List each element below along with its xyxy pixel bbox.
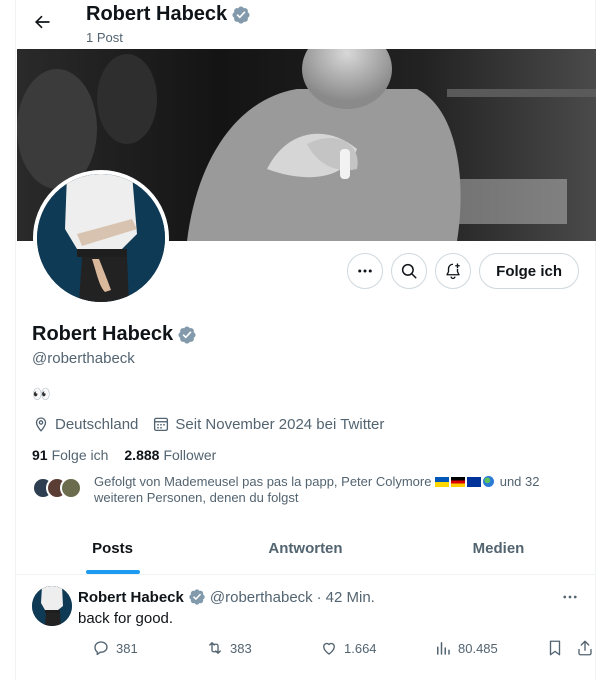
repost-count: 383 (230, 640, 252, 656)
profile-name: Robert Habeck (32, 323, 174, 345)
back-arrow-icon (32, 12, 52, 32)
profile-meta: Deutschland Seit November 2024 bei Twitt… (32, 415, 384, 433)
flag-ukraine-icon (435, 477, 450, 487)
notifications-button[interactable] (435, 253, 472, 289)
tab-media[interactable]: Medien (402, 522, 595, 574)
reply-count: 381 (116, 640, 138, 656)
location-item: Deutschland (32, 415, 138, 433)
profile-actions: Folge ich (347, 253, 579, 289)
verified-badge-icon (188, 588, 206, 606)
profile-bio: 👀 (32, 386, 51, 403)
views-count: 80.485 (458, 640, 498, 656)
tweet[interactable]: Robert Habeck @roberthabeck · 42 Min. ba… (16, 576, 595, 680)
profile-tabs: Posts Antworten Medien (16, 522, 595, 575)
following-label: Folge ich (51, 447, 109, 463)
views-icon (434, 639, 452, 657)
notification-bell-icon (444, 262, 462, 280)
tweet-actions: 381 383 1.664 80.485 (76, 639, 592, 661)
reply-button[interactable]: 381 (92, 639, 138, 657)
followers-link[interactable]: 2.888 Follower (124, 447, 216, 463)
tab-posts[interactable]: Posts (16, 522, 209, 574)
verified-badge-icon (231, 5, 251, 25)
views-button[interactable]: 80.485 (434, 639, 498, 657)
followers-label: Follower (163, 447, 217, 463)
globe-icon (483, 476, 495, 487)
calendar-icon (152, 415, 170, 433)
tweet-author-handle[interactable]: @roberthabeck (210, 589, 313, 606)
profile-column: Robert Habeck 1 Post Folge ich Robert Ha… (15, 0, 596, 680)
profile-name-group: Robert Habeck (32, 323, 197, 346)
tab-replies[interactable]: Antworten (209, 522, 402, 574)
following-button[interactable]: Folge ich (479, 253, 579, 289)
followed-by-prefix: Gefolgt von Mademeusel pas pas la papp, … (94, 474, 432, 489)
flag-germany-icon (451, 477, 466, 487)
repost-icon (206, 639, 224, 657)
following-count: 91 (32, 447, 48, 463)
profile-avatar[interactable] (33, 170, 169, 306)
profile-stats: 91 Folge ich 2.888 Follower (32, 447, 216, 463)
location-pin-icon (32, 415, 50, 433)
share-icon (576, 639, 594, 657)
bookmark-button[interactable] (546, 639, 564, 657)
following-link[interactable]: 91 Folge ich (32, 447, 108, 463)
more-icon (561, 588, 579, 606)
like-icon (320, 639, 338, 657)
back-button[interactable] (26, 6, 58, 38)
search-icon (400, 262, 418, 280)
bookmark-icon (546, 639, 564, 657)
header-title: Robert Habeck (86, 3, 228, 25)
followed-by-link[interactable]: Gefolgt von Mademeusel pas pas la papp, … (32, 474, 572, 506)
reply-icon (92, 639, 110, 657)
emoji-flags (435, 474, 500, 489)
tweet-time[interactable]: 42 Min. (326, 589, 375, 606)
joined-text: Seit November 2024 bei Twitter (175, 415, 385, 433)
header-post-count: 1 Post (86, 30, 123, 45)
location-text: Deutschland (55, 415, 139, 433)
search-profile-button[interactable] (391, 253, 428, 289)
followed-by-avatars (32, 477, 86, 499)
tweet-more-button[interactable] (559, 586, 581, 608)
flag-eu-icon (467, 477, 482, 487)
like-button[interactable]: 1.664 (320, 639, 377, 657)
tweet-text: back for good. (78, 610, 174, 627)
followers-count: 2.888 (124, 447, 160, 463)
more-options-button[interactable] (347, 253, 384, 289)
joined-item: Seit November 2024 bei Twitter (152, 415, 384, 433)
tweet-separator: · (316, 588, 322, 606)
more-icon (356, 262, 374, 280)
avatar (60, 477, 82, 499)
header-title-group: Robert Habeck (86, 3, 251, 26)
profile-handle: @roberthabeck (32, 350, 135, 367)
avatar[interactable] (32, 586, 72, 626)
repost-button[interactable]: 383 (206, 639, 252, 657)
share-button[interactable] (576, 639, 594, 657)
verified-badge-icon[interactable] (177, 325, 197, 345)
followed-by-text: Gefolgt von Mademeusel pas pas la papp, … (94, 474, 572, 506)
like-count: 1.664 (344, 640, 377, 656)
top-bar: Robert Habeck 1 Post (16, 0, 595, 49)
tweet-author-name[interactable]: Robert Habeck (78, 589, 184, 606)
tweet-header: Robert Habeck @roberthabeck · 42 Min. (78, 588, 375, 606)
